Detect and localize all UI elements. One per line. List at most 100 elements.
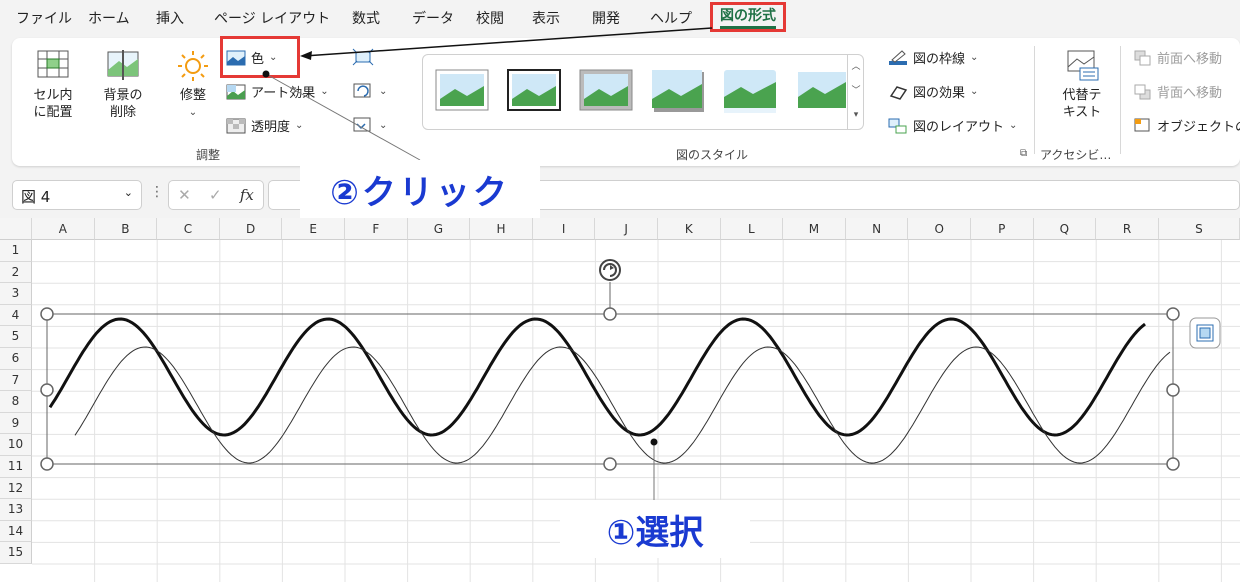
cancel-icon[interactable]: ✕ [178,186,191,204]
row-header-6[interactable]: 6 [0,348,32,370]
pen-border-icon [889,49,907,65]
name-box-value: 図 4 [21,188,51,206]
selection-pane-button[interactable]: オブジェクトの [1134,116,1240,135]
selection-pane-icon [1134,118,1150,131]
compress-pictures-button[interactable] [352,48,374,66]
row-header-2[interactable]: 2 [0,261,32,284]
column-header-A[interactable]: A [32,218,95,240]
insert-function-icon[interactable]: fx [240,186,254,204]
column-header-E[interactable]: E [282,218,345,240]
transparency-label: 透明度 [251,120,291,135]
tab-3[interactable]: ページ レイアウト [214,8,330,28]
bring-forward-icon [1134,50,1151,65]
chevron-down-icon: ⌄ [1009,120,1018,131]
tab-4[interactable]: 数式 [352,8,380,28]
corrections-button[interactable]: 修整 ⌄ [168,48,218,121]
picture-effects-button[interactable]: 図の効果 ⌄ [888,82,978,101]
alt-text-label: 代替テ キスト [1062,88,1102,120]
name-box[interactable]: 図 4 ⌄ [12,180,142,210]
place-in-cell-label: セル内 に配置 [33,88,73,120]
place-in-cell-icon [37,50,69,78]
style-thumb-icon[interactable] [507,69,561,113]
tab-5[interactable]: データ [412,8,454,28]
column-header-S[interactable]: S [1158,218,1240,240]
art-effects-label: アート効果 [251,86,316,101]
row-header-13[interactable]: 13 [0,499,32,521]
style-thumb-icon[interactable] [723,69,777,113]
column-header-K[interactable]: K [658,218,721,240]
row-header-8[interactable]: 8 [0,391,32,413]
row-header-14[interactable]: 14 [0,520,32,543]
separator [1034,46,1035,154]
tab-picture-format[interactable]: 図の形式 [710,2,786,32]
tab-0[interactable]: ファイル [16,8,72,28]
column-header-G[interactable]: G [407,218,471,240]
column-header-C[interactable]: C [157,218,220,240]
column-header-F[interactable]: F [345,218,408,240]
tab-8[interactable]: 開発 [592,8,620,28]
formula-controls: ✕ ✓ fx [168,180,264,210]
row-header-4[interactable]: 4 [0,304,32,327]
row-header-1[interactable]: 1 [0,240,32,262]
row-header-5[interactable]: 5 [0,326,32,348]
style-thumb-icon[interactable] [579,69,633,113]
column-header-Q[interactable]: Q [1033,218,1097,240]
reset-picture-button[interactable]: ⌄ [352,116,387,134]
column-header-R[interactable]: R [1096,218,1159,240]
chevron-down-icon[interactable]: ⌄ [124,186,133,199]
place-in-cell-button[interactable]: セル内 に配置 [26,48,80,121]
alt-text-button[interactable]: 代替テ キスト [1052,48,1112,121]
change-picture-button[interactable]: ⌄ [352,82,387,100]
row-header-15[interactable]: 15 [0,542,32,564]
row-header-7[interactable]: 7 [0,369,32,392]
dialog-launcher-icon[interactable]: ⧉ [1020,148,1027,159]
row-header-9[interactable]: 9 [0,412,32,435]
tab-1[interactable]: ホーム [88,8,130,28]
column-header-M[interactable]: M [783,218,846,240]
picture-layout-button[interactable]: 図のレイアウト ⌄ [888,116,1017,135]
picture-effects-label: 図の効果 [913,86,966,101]
remove-background-button[interactable]: 背景の 削除 [94,48,152,121]
chevron-down-icon: ⌄ [188,107,198,118]
chevron-down-icon: ⌄ [379,119,388,131]
row-header-12[interactable]: 12 [0,477,32,500]
select-all-corner[interactable] [0,218,32,240]
gallery-scroll[interactable]: ︿ ﹀ ▾ [847,55,864,129]
column-header-D[interactable]: D [219,218,283,240]
style-thumb-icon[interactable] [435,69,489,113]
tab-7[interactable]: 表示 [532,8,560,28]
transparency-icon [226,118,246,133]
accessibility-group-label: アクセシビ… [1040,148,1112,162]
send-backward-button[interactable]: 背面へ移動 [1134,82,1222,101]
column-header-P[interactable]: P [971,218,1034,240]
tab-2[interactable]: 挿入 [156,8,184,28]
picture-styles-gallery[interactable]: ︿ ﹀ ▾ [422,54,864,130]
column-header-H[interactable]: H [470,218,533,240]
enter-icon[interactable]: ✓ [209,186,222,204]
alt-text-icon [1067,50,1099,81]
style-thumb-icon[interactable] [651,69,705,113]
picture-effects-icon [889,85,908,100]
tab-9[interactable]: ヘルプ [650,8,692,28]
style-thumb-icon[interactable] [795,69,849,113]
column-header-N[interactable]: N [845,218,909,240]
row-header-3[interactable]: 3 [0,283,32,305]
column-header-I[interactable]: I [532,218,596,240]
bring-forward-button[interactable]: 前面へ移動 [1134,48,1222,67]
row-header-11[interactable]: 11 [0,456,32,478]
transparency-button[interactable]: 透明度 ⌄ [226,116,303,135]
column-header-J[interactable]: J [595,218,658,240]
column-header-L[interactable]: L [720,218,784,240]
chevron-down-icon: ⌄ [295,120,304,131]
tab-picture-format-label: 図の形式 [720,5,776,29]
art-effects-button[interactable]: アート効果 ⌄ [226,82,329,101]
picture-border-button[interactable]: 図の枠線 ⌄ [888,48,978,67]
column-header-B[interactable]: B [94,218,158,240]
compress-icon [352,48,374,66]
row-header-10[interactable]: 10 [0,434,32,456]
tab-6[interactable]: 校閲 [476,8,504,28]
more-options-icon[interactable]: ⋮ [150,184,164,200]
column-header-O[interactable]: O [908,218,971,240]
menu-bar [0,0,1240,36]
picture-layout-icon [888,118,907,133]
